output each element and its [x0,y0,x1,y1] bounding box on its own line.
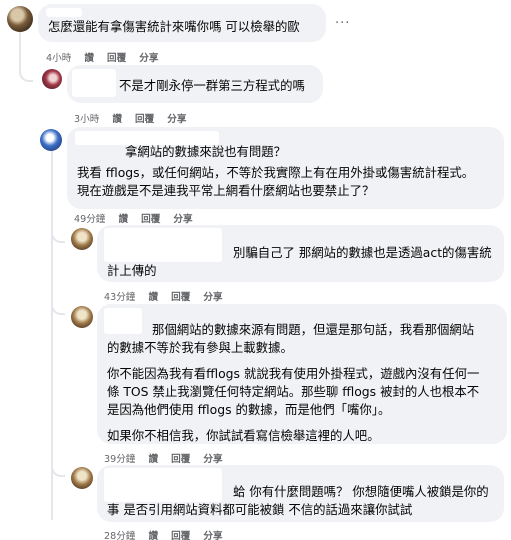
reply-button[interactable]: 回覆 [171,454,190,465]
name-mask [75,131,219,145]
comment-actions: 3小時 讚 回覆 分享 [74,111,196,125]
comment-text: 現在遊戲是不是連我平常上網看什麼網站也要禁止了？ [77,183,375,198]
like-button[interactable]: 讚 [148,454,158,465]
name-mask [104,228,222,262]
comment-text: 不是才剛永停一群第三方程式的嗎 [119,78,305,93]
thread-connector [51,465,65,477]
avatar[interactable] [71,228,93,250]
comment-text: 如果你不相信我，你試試看寫信檢舉這裡的人吧。 [107,428,380,443]
comment-text: 那個網站的數據來源有問題，但還是那句話，我看那個網站 [152,322,475,337]
timestamp[interactable]: 43分鐘 [104,292,135,303]
reply-button[interactable]: 回覆 [107,53,126,64]
comment-text: 事 是否引用網站資料都可能被鎖 不信的話過來讓你試試 [107,502,413,517]
reply-button[interactable]: 回覆 [135,114,154,125]
comment-text: 拿網站的數據來說也有問題？ [125,144,287,159]
thread-connector [51,231,65,243]
reply-button[interactable]: 回覆 [141,214,160,225]
like-button[interactable]: 讚 [118,214,128,225]
comment-text: 的數據不等於我有參與上載數據。 [107,340,293,355]
comment-actions: 28分鐘 讚 回覆 分享 [104,528,233,540]
comment-actions: 4小時 讚 回覆 分享 [46,50,168,64]
like-button[interactable]: 讚 [148,292,158,303]
timestamp[interactable]: 3小時 [74,114,99,125]
share-button[interactable]: 分享 [167,114,186,125]
thread-connector [51,303,65,315]
share-button[interactable]: 分享 [139,53,158,64]
comment-text: 我看 fflogs，或任何網站，不等於我實際上有在用外掛或傷害統計程式。 [77,165,475,180]
name-mask [104,308,142,334]
comment-actions: 49分鐘 讚 回覆 分享 [74,211,203,225]
share-button[interactable]: 分享 [203,292,222,303]
share-button[interactable]: 分享 [203,531,222,540]
thread-connector [19,70,33,82]
avatar[interactable] [40,129,62,151]
timestamp[interactable]: 49分鐘 [74,214,105,225]
like-button[interactable]: 讚 [112,114,122,125]
comment-text: 計上傳的 [107,263,157,278]
thread-line [19,32,21,70]
like-button[interactable]: 讚 [84,53,94,64]
avatar[interactable] [7,6,33,32]
reply-button[interactable]: 回覆 [171,292,190,303]
comment-text: 怎麼還能有拿傷害統計來嘴你嗎 可以檢舉的歐 [48,19,300,34]
comment-actions: 39分鐘 讚 回覆 分享 [104,451,233,465]
name-mask [104,468,222,502]
timestamp[interactable]: 28分鐘 [104,531,135,540]
comment-text: 你不能因為我有看fflogs 就說我有使用外掛程式，遊戲內沒有任何一 [107,366,480,381]
timestamp[interactable]: 39分鐘 [104,454,135,465]
avatar[interactable] [71,306,93,328]
comment-actions: 43分鐘 讚 回覆 分享 [104,289,233,303]
avatar[interactable] [42,69,62,89]
share-button[interactable]: 分享 [173,214,192,225]
more-options-icon[interactable]: ··· [335,16,350,31]
comment-bubble: 那個網站的數據來源有問題，但還是那句話，我看那個網站 的數據不等於我有參與上載數… [97,304,507,444]
name-mask [72,69,116,97]
name-mask [46,8,82,17]
reply-button[interactable]: 回覆 [171,531,190,540]
comment-text: 是因為他們使用 fflogs 的數據，而是他們「嘴你」。 [107,402,391,417]
share-button[interactable]: 分享 [203,454,222,465]
like-button[interactable]: 讚 [148,531,158,540]
comment-text: 條 TOS 禁止我瀏覽任何特定網站。那些聊 fflogs 被封的人也根本不 [107,384,480,399]
avatar[interactable] [71,467,93,489]
timestamp[interactable]: 4小時 [46,53,71,64]
